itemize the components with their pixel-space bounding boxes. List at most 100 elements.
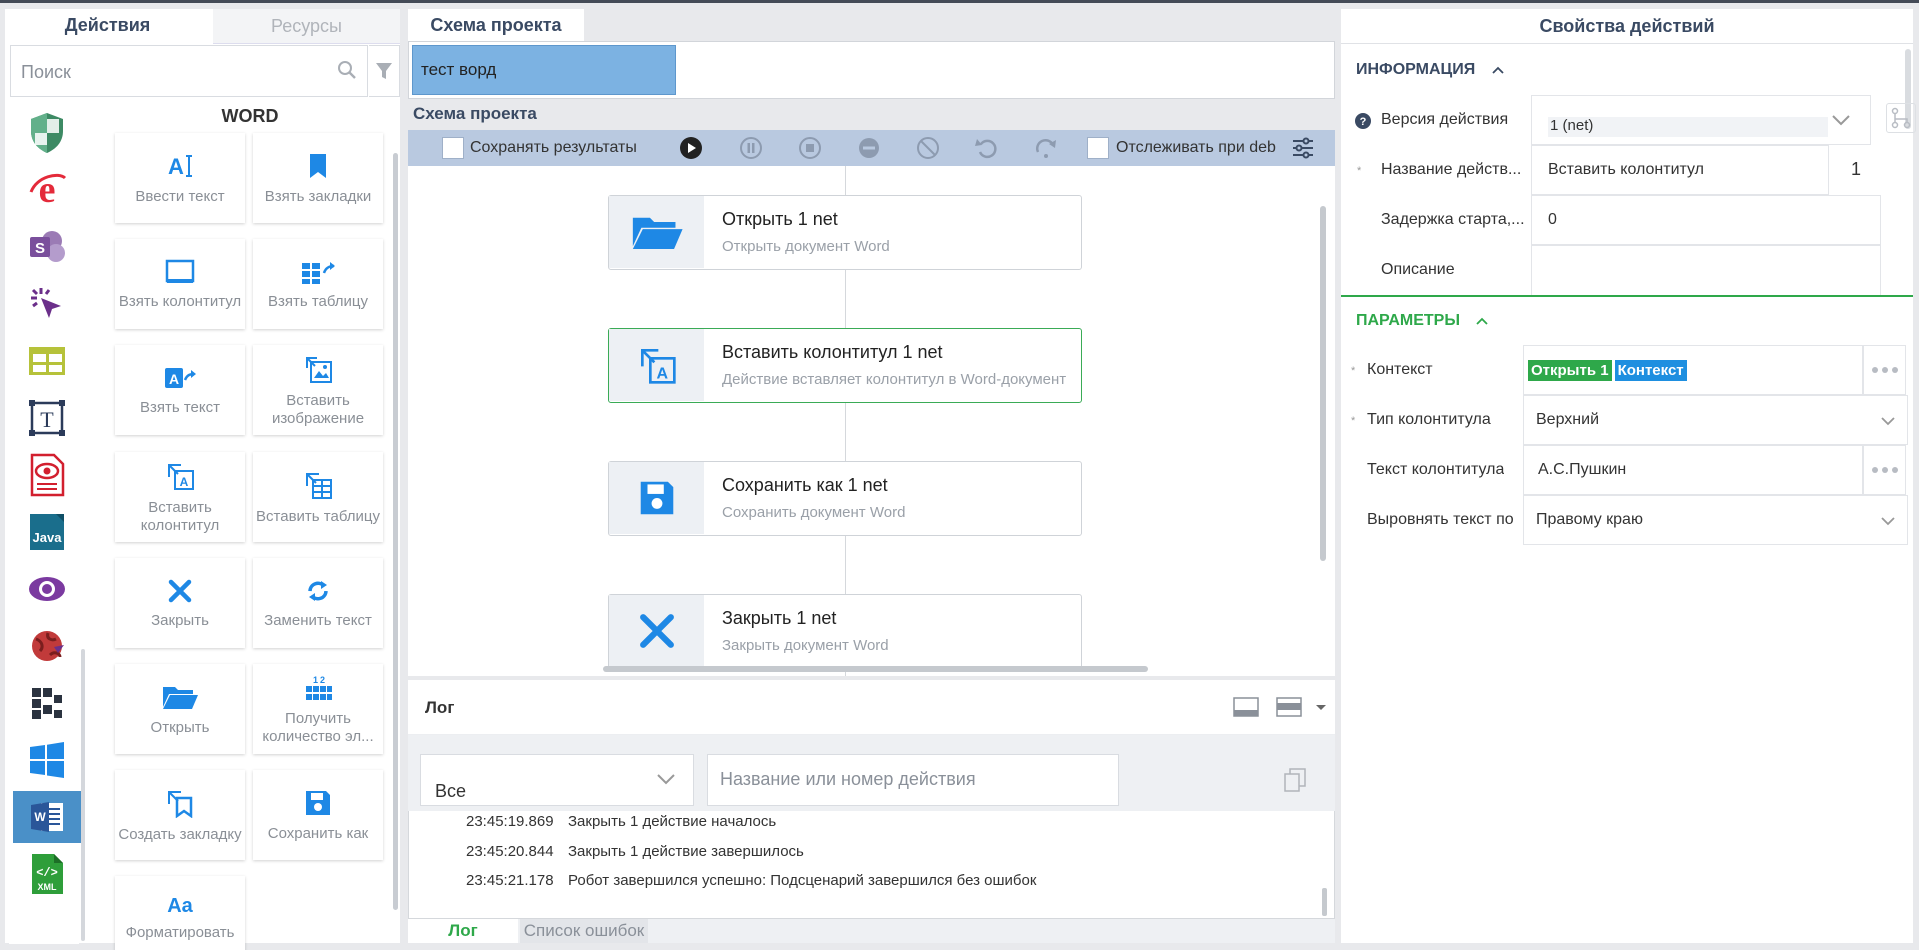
- category-scrollbar[interactable]: [81, 649, 85, 941]
- category-pdf[interactable]: [13, 449, 81, 501]
- tab-project-schema[interactable]: Схема проекта: [408, 9, 584, 41]
- category-windows[interactable]: [13, 734, 81, 786]
- tab-resources[interactable]: Ресурсы: [213, 9, 400, 44]
- tile-get-count[interactable]: 12 Получить количество эл...: [253, 664, 383, 754]
- align-select[interactable]: Правому краю: [1523, 495, 1908, 545]
- context-field[interactable]: Открыть 1 Контекст: [1523, 345, 1863, 395]
- tile-close[interactable]: Закрыть: [115, 558, 245, 648]
- category-java[interactable]: Java: [13, 506, 81, 558]
- category-shield[interactable]: [13, 107, 81, 159]
- redo-icon[interactable]: [1033, 135, 1059, 161]
- track-debug-checkbox[interactable]: [1087, 137, 1109, 159]
- name-field[interactable]: Вставить колонтитул: [1531, 145, 1829, 195]
- category-click[interactable]: [13, 278, 81, 330]
- palette-scrollbar[interactable]: [393, 153, 398, 910]
- category-eye[interactable]: [13, 563, 81, 615]
- tile-insert-image[interactable]: Вставить изображение: [253, 345, 383, 435]
- tile-insert-table[interactable]: Вставить таблицу: [253, 452, 383, 542]
- svg-text:</>: </>: [36, 866, 58, 880]
- filter-icon: [376, 63, 392, 79]
- schema-canvas[interactable]: Открыть 1 net Открыть документ Word A Вс…: [408, 166, 1335, 676]
- insert-table-icon: [306, 473, 332, 499]
- header-type-select[interactable]: Верхний: [1523, 395, 1908, 445]
- play-icon[interactable]: [678, 135, 704, 161]
- search-input[interactable]: [21, 59, 321, 85]
- log-scrollbar[interactable]: [1322, 888, 1327, 916]
- canvas-horizontal-scrollbar[interactable]: [603, 666, 1148, 672]
- search-icon[interactable]: [337, 60, 357, 80]
- copy-icon[interactable]: [1284, 768, 1306, 792]
- dock-bottom-icon[interactable]: [1233, 697, 1259, 717]
- action-card-save-as[interactable]: Сохранить как 1 net Сохранить документ W…: [608, 461, 1082, 536]
- project-tab[interactable]: тест ворд: [412, 45, 676, 95]
- tile-get-bookmarks[interactable]: Взять закладки: [253, 133, 383, 223]
- save-icon: [640, 481, 673, 515]
- filter-button[interactable]: [369, 45, 400, 97]
- tab-actions[interactable]: Действия: [5, 9, 210, 44]
- info-section-header[interactable]: ИНФОРМАЦИЯ: [1356, 61, 1504, 79]
- category-pixel[interactable]: [13, 677, 81, 729]
- tile-label: Вставить таблицу: [256, 508, 380, 525]
- delay-field[interactable]: 0: [1531, 195, 1881, 245]
- stop-icon[interactable]: [797, 135, 823, 161]
- undo-icon[interactable]: [974, 135, 1000, 161]
- tile-label: Форматировать: [125, 924, 235, 941]
- context-more-button[interactable]: [1863, 345, 1906, 395]
- tile-replace-text[interactable]: Заменить текст: [253, 558, 383, 648]
- actions-panel: Действия Ресурсы e S T Java: [5, 9, 400, 950]
- folder-open-icon: [632, 217, 683, 250]
- tab-error-list[interactable]: Список ошибок: [520, 919, 648, 943]
- save-results-checkbox[interactable]: [442, 137, 464, 159]
- tab-log[interactable]: Лог: [408, 919, 518, 943]
- tile-save-as[interactable]: Сохранить как: [253, 770, 383, 860]
- tile-format[interactable]: Aa Форматировать: [115, 876, 245, 950]
- card-title: Открыть 1 net: [722, 209, 838, 229]
- pause-icon[interactable]: [738, 135, 764, 161]
- properties-title: Свойства действий: [1341, 9, 1913, 44]
- tile-get-text[interactable]: A Взять текст: [115, 345, 245, 435]
- context-chip-output[interactable]: Контекст: [1614, 359, 1687, 381]
- log-level-select[interactable]: Все: [420, 754, 694, 806]
- params-section-header[interactable]: ПАРАМЕТРЫ: [1356, 312, 1489, 330]
- tile-open[interactable]: Открыть: [115, 664, 245, 754]
- dock-split-icon[interactable]: [1276, 697, 1302, 717]
- name-number-field[interactable]: 1: [1851, 159, 1861, 180]
- disable-icon[interactable]: [915, 135, 941, 161]
- svg-text:?: ?: [1360, 116, 1367, 128]
- action-card-insert-header[interactable]: A Вставить колонтитул 1 net Действие вст…: [608, 328, 1082, 403]
- canvas-vertical-scrollbar[interactable]: [1320, 206, 1326, 561]
- category-table[interactable]: [13, 335, 81, 387]
- category-sharepoint[interactable]: S: [13, 221, 81, 273]
- header-text-more-button[interactable]: [1863, 445, 1906, 495]
- text-frame-icon: T: [29, 400, 65, 436]
- project-tabbar: тест ворд: [408, 41, 1335, 99]
- category-xml[interactable]: </> XML: [13, 848, 81, 900]
- action-card-close[interactable]: Закрыть 1 net Закрыть документ Word: [608, 594, 1082, 669]
- search-box: [10, 45, 368, 97]
- description-field[interactable]: [1531, 245, 1881, 295]
- category-web[interactable]: [13, 620, 81, 672]
- tile-create-bookmark[interactable]: Создать закладку: [115, 770, 245, 860]
- pdf-eye-icon: [30, 453, 65, 497]
- action-card-open[interactable]: Открыть 1 net Открыть документ Word: [608, 195, 1082, 270]
- settings-sliders-icon[interactable]: [1291, 135, 1315, 161]
- tile-get-table[interactable]: Взять таблицу: [253, 239, 383, 329]
- globe-icon: [32, 631, 64, 661]
- header-text-field[interactable]: А.С.Пушкин: [1523, 445, 1863, 495]
- version-select[interactable]: 1 (net): [1531, 95, 1871, 145]
- minus-circle-icon[interactable]: [856, 135, 882, 161]
- help-icon[interactable]: ?: [1355, 113, 1371, 129]
- tile-type-text[interactable]: A Ввести текст: [115, 133, 245, 223]
- insert-header-icon: A: [640, 349, 676, 384]
- svg-text:Java: Java: [33, 530, 63, 545]
- chevron-down-icon: [1881, 417, 1895, 426]
- category-ie[interactable]: e: [13, 164, 81, 216]
- context-chip-action[interactable]: Открыть 1: [1528, 359, 1612, 381]
- tile-get-header[interactable]: Взять колонтитул: [115, 239, 245, 329]
- tile-insert-header[interactable]: A Вставить колонтитул: [115, 452, 245, 542]
- header-icon: [165, 259, 195, 283]
- log-search-input[interactable]: [720, 769, 1100, 790]
- category-text[interactable]: T: [13, 392, 81, 444]
- category-word[interactable]: W: [13, 791, 81, 843]
- chevron-down-icon[interactable]: [1315, 704, 1327, 712]
